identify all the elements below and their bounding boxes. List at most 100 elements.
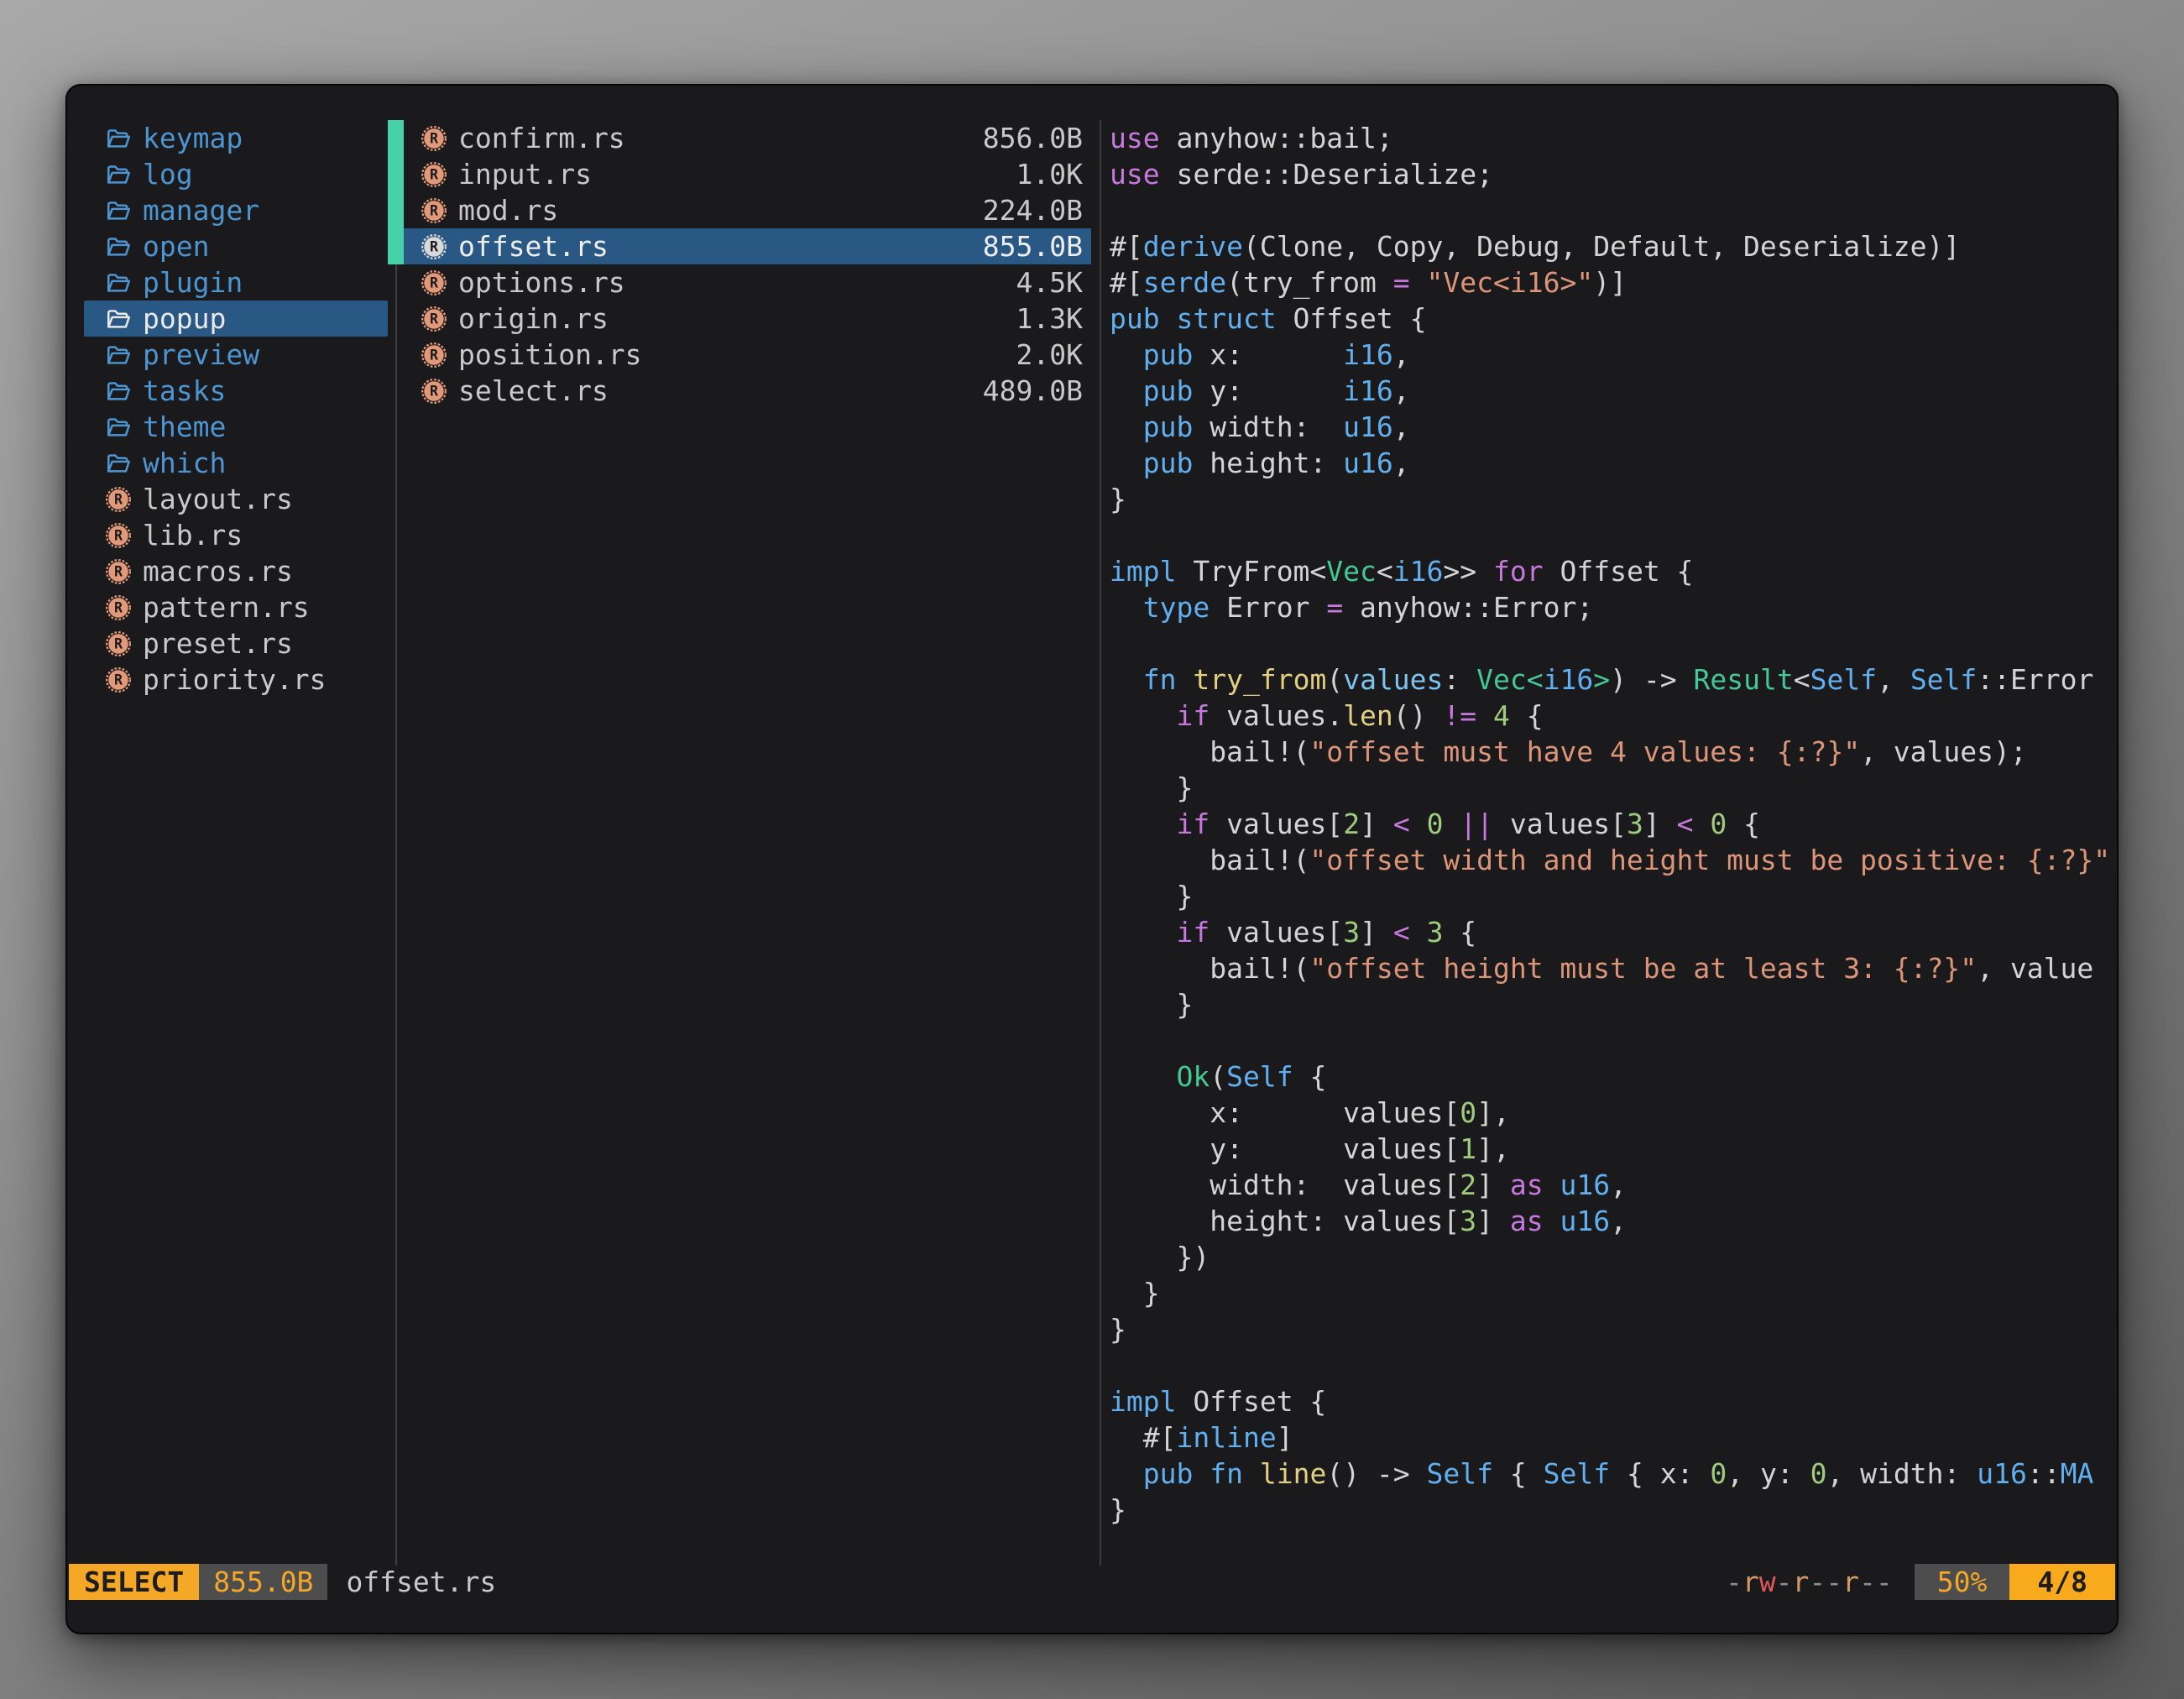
file-size: 855.0B [983, 228, 1083, 264]
entry-label: tasks [143, 373, 226, 409]
sidebar-folder-tasks[interactable]: tasks [84, 373, 388, 409]
code-line-14: type Error = anyhow::Error; [1110, 589, 2117, 625]
rust-icon: R [420, 196, 448, 225]
file-row-select-rs[interactable]: Rselect.rs489.0B [388, 373, 1091, 409]
code-line-19: } [1110, 770, 2117, 806]
selection-marker [388, 373, 404, 409]
svg-text:R: R [430, 202, 439, 218]
entry-label: log [143, 156, 193, 192]
sidebar-folder-log[interactable]: log [84, 156, 388, 192]
code-line-6: pub struct Offset { [1110, 301, 2117, 337]
file-row-mod-rs[interactable]: Rmod.rs 224.0B [388, 192, 1091, 228]
code-line-16: fn try_from(values: Vec<i16>) -> Result<… [1110, 661, 2117, 698]
code-line-26 [1110, 1022, 2117, 1059]
code-line-34: } [1110, 1311, 2117, 1347]
code-line-1: use anyhow::bail; [1110, 120, 2117, 156]
cursor-position-badge: 4/8 [2009, 1564, 2115, 1600]
svg-text:R: R [114, 672, 123, 687]
code-line-18: bail!("offset must have 4 values: {:?}",… [1110, 734, 2117, 770]
terminal-window: keymaplogmanageropenpluginpopuppreviewta… [65, 84, 2119, 1634]
rust-icon: R [104, 593, 133, 622]
svg-text:R: R [430, 166, 439, 182]
file-name: offset.rs [458, 228, 609, 264]
desktop-background: keymaplogmanageropenpluginpopuppreviewta… [0, 0, 2184, 1699]
open-folder-icon [104, 449, 133, 478]
scroll-percent-badge: 50% [1915, 1564, 2010, 1600]
rust-icon: R [104, 521, 133, 550]
sidebar-folder-open[interactable]: open [84, 228, 388, 264]
rust-icon: R [420, 124, 448, 153]
svg-text:R: R [114, 527, 123, 543]
code-line-33: } [1110, 1275, 2117, 1311]
selection-marker [388, 264, 404, 301]
code-line-39: } [1110, 1492, 2117, 1528]
file-name: input.rs [458, 156, 592, 192]
file-name: position.rs [458, 337, 642, 373]
code-line-29: y: values[1], [1110, 1131, 2117, 1167]
rust-icon: R [420, 305, 448, 333]
sidebar-folder-manager[interactable]: manager [84, 192, 388, 228]
code-line-35 [1110, 1347, 2117, 1383]
sidebar-file-preset-rs[interactable]: Rpreset.rs [84, 625, 388, 661]
file-row-input-rs[interactable]: Rinput.rs1.0K [388, 156, 1091, 192]
file-name: mod.rs [458, 192, 558, 228]
sidebar-file-macros-rs[interactable]: Rmacros.rs [84, 553, 388, 589]
svg-text:R: R [114, 491, 123, 507]
code-line-25: } [1110, 986, 2117, 1022]
sidebar-folder-preview[interactable]: preview [84, 337, 388, 373]
sidebar-file-priority-rs[interactable]: Rpriority.rs [84, 661, 388, 698]
code-line-10: pub height: u16, [1110, 445, 2117, 481]
sidebar-file-lib-rs[interactable]: Rlib.rs [84, 517, 388, 553]
file-size: 856.0B [983, 120, 1083, 156]
rust-icon: R [104, 485, 133, 514]
sidebar-file-layout-rs[interactable]: Rlayout.rs [84, 481, 388, 517]
code-line-28: x: values[0], [1110, 1095, 2117, 1131]
open-folder-icon [104, 377, 133, 405]
code-line-13: impl TryFrom<Vec<i16>> for Offset { [1110, 553, 2117, 589]
selection-marker [388, 120, 404, 156]
svg-text:R: R [114, 563, 123, 579]
file-row-offset-rs[interactable]: Roffset.rs 855.0B [388, 228, 1091, 264]
code-line-36: impl Offset { [1110, 1383, 2117, 1419]
file-size: 224.0B [983, 192, 1083, 228]
file-permissions: -rw-r--r-- [1726, 1564, 1893, 1600]
file-row-position-rs[interactable]: Rposition.rs2.0K [388, 337, 1091, 373]
entry-label: which [143, 445, 226, 481]
selection-marker [388, 192, 404, 228]
sidebar-folder-popup[interactable]: popup [84, 301, 388, 337]
entry-label: theme [143, 409, 226, 445]
entry-label: lib.rs [143, 517, 243, 553]
svg-text:R: R [114, 599, 123, 615]
file-row-origin-rs[interactable]: Rorigin.rs1.3K [388, 301, 1091, 337]
file-size: 4.5K [1016, 264, 1083, 301]
code-line-30: width: values[2] as u16, [1110, 1167, 2117, 1203]
sidebar-folder-keymap[interactable]: keymap [84, 120, 388, 156]
code-line-11: } [1110, 481, 2117, 517]
code-line-8: pub y: i16, [1110, 373, 2117, 409]
sidebar-folder-plugin[interactable]: plugin [84, 264, 388, 301]
code-line-4: #[derive(Clone, Copy, Debug, Default, De… [1110, 228, 2117, 264]
sidebar-file-pattern-rs[interactable]: Rpattern.rs [84, 589, 388, 625]
code-line-15 [1110, 625, 2117, 661]
entry-label: open [143, 228, 209, 264]
code-line-32: }) [1110, 1239, 2117, 1275]
code-line-12 [1110, 517, 2117, 553]
code-line-20: if values[2] < 0 || values[3] < 0 { [1110, 806, 2117, 842]
code-line-21: bail!("offset width and height must be p… [1110, 842, 2117, 878]
code-line-38: pub fn line() -> Self { Self { x: 0, y: … [1110, 1456, 2117, 1492]
code-line-9: pub width: u16, [1110, 409, 2117, 445]
code-line-31: height: values[3] as u16, [1110, 1203, 2117, 1239]
file-name: confirm.rs [458, 120, 625, 156]
open-folder-icon [104, 233, 133, 261]
selection-marker [388, 337, 404, 373]
open-folder-icon [104, 160, 133, 189]
svg-text:R: R [430, 238, 439, 254]
file-row-confirm-rs[interactable]: Rconfirm.rs 856.0B [388, 120, 1091, 156]
sidebar-folder-which[interactable]: which [84, 445, 388, 481]
svg-text:R: R [114, 635, 123, 651]
file-row-options-rs[interactable]: Roptions.rs4.5K [388, 264, 1091, 301]
sidebar-folder-theme[interactable]: theme [84, 409, 388, 445]
parent-directory-pane: keymaplogmanageropenpluginpopuppreviewta… [84, 120, 388, 698]
entry-label: keymap [143, 120, 243, 156]
file-size: 2.0K [1016, 337, 1083, 373]
